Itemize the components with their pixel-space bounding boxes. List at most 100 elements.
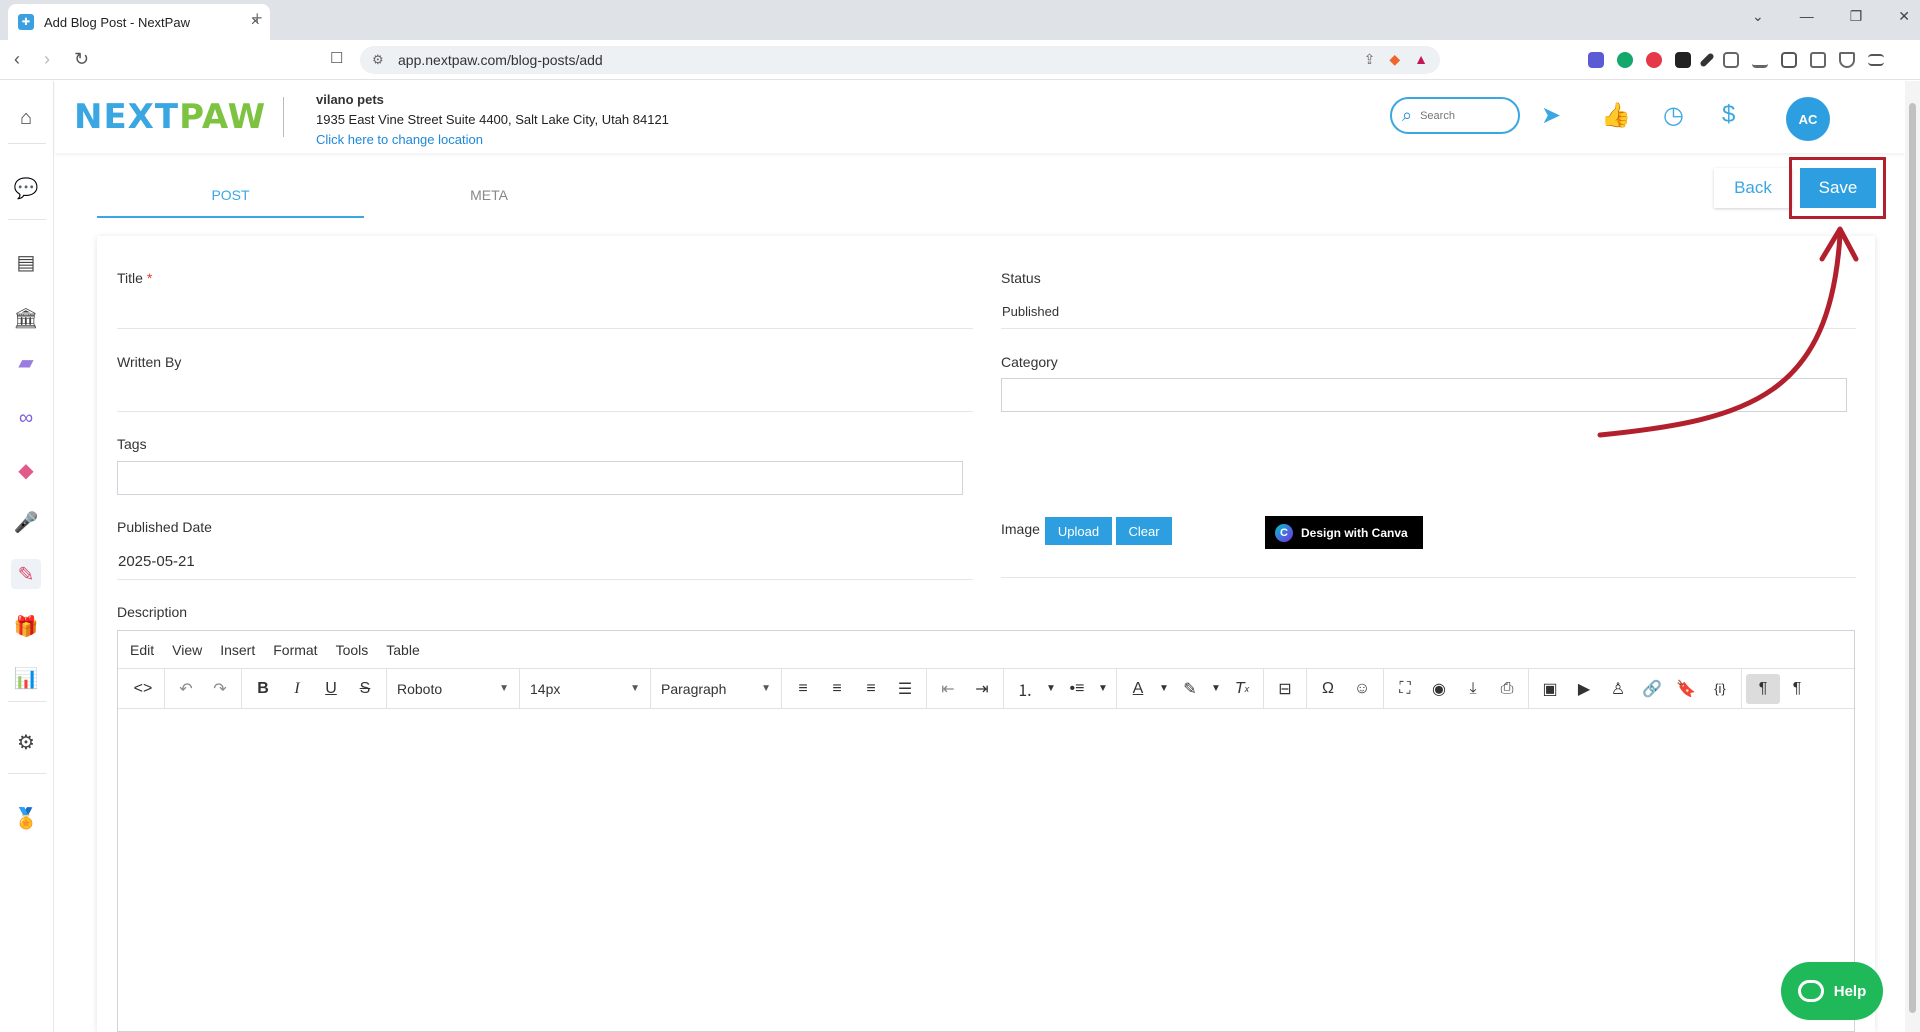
fullscreen-icon[interactable]: ⛶: [1388, 674, 1422, 704]
download-icon[interactable]: [1752, 52, 1768, 68]
extension-icon[interactable]: [1675, 52, 1691, 68]
highlight-icon[interactable]: ✎: [1173, 674, 1207, 704]
font-family-select[interactable]: Roboto ▼: [391, 674, 515, 704]
settings-people-icon[interactable]: ⚙: [11, 727, 41, 757]
text-color-icon[interactable]: A: [1121, 674, 1155, 704]
published-date-value[interactable]: 2025-05-21: [118, 553, 195, 570]
share-icon[interactable]: ⇪: [1364, 51, 1376, 68]
clear-button[interactable]: Clear: [1116, 517, 1172, 545]
special-character-icon[interactable]: Ω: [1311, 674, 1345, 704]
page-scrollbar[interactable]: [1905, 81, 1920, 1032]
source-code-icon[interactable]: <>: [126, 674, 160, 704]
url-field[interactable]: ⚙ app.nextpaw.com/blog-posts/add ⇪ ◆ ▲: [360, 46, 1440, 74]
anchor-bookmark-icon[interactable]: 🔖: [1669, 674, 1703, 704]
align-left-icon[interactable]: ≡: [786, 674, 820, 704]
restore-icon[interactable]: ❐: [1850, 8, 1863, 25]
numbered-list-icon[interactable]: ⒈: [1008, 674, 1042, 704]
bookmark-icon[interactable]: ☐: [330, 49, 343, 67]
status-value[interactable]: Published: [1002, 304, 1059, 319]
chevron-down-icon[interactable]: ▼: [1094, 674, 1112, 704]
vpn-shield-icon[interactable]: [1839, 52, 1855, 68]
wallet-icon[interactable]: [1810, 52, 1826, 68]
minimize-icon[interactable]: —: [1800, 8, 1814, 25]
page-break-icon[interactable]: ⊟: [1268, 674, 1302, 704]
indent-icon[interactable]: ⇥: [965, 674, 999, 704]
clear-formatting-icon[interactable]: Tx: [1225, 674, 1259, 704]
browser-tab[interactable]: ✚ Add Blog Post - NextPaw ×: [8, 4, 270, 40]
preview-icon[interactable]: ◉: [1422, 674, 1456, 704]
editor-content-area[interactable]: [118, 709, 1854, 1031]
back-arrow-icon[interactable]: ‹: [14, 49, 20, 70]
menu-edit[interactable]: Edit: [130, 642, 154, 658]
clock-icon[interactable]: ◷: [1663, 101, 1684, 130]
insert-template-icon[interactable]: ♙: [1601, 674, 1635, 704]
rtl-direction-icon[interactable]: ¶: [1780, 674, 1814, 704]
billing-icon[interactable]: $: [1722, 101, 1735, 129]
forward-arrow-icon[interactable]: ›: [44, 49, 50, 70]
menu-insert[interactable]: Insert: [220, 642, 255, 658]
print-icon[interactable]: ⎙: [1490, 674, 1524, 704]
tab-meta[interactable]: META: [364, 178, 614, 218]
nextpaw-logo[interactable]: NEXTPAW: [74, 97, 266, 137]
title-field[interactable]: [117, 328, 973, 329]
menu-icon[interactable]: [1868, 54, 1884, 66]
design-with-canva-button[interactable]: C Design with Canva: [1265, 516, 1423, 549]
brave-shield-icon[interactable]: ◆: [1389, 51, 1400, 68]
menu-table[interactable]: Table: [386, 642, 419, 658]
extension-icon[interactable]: [1588, 52, 1604, 68]
eyedropper-icon[interactable]: [1699, 52, 1715, 68]
insert-media-icon[interactable]: ▶: [1567, 674, 1601, 704]
align-justify-icon[interactable]: ☰: [888, 674, 922, 704]
undo-icon[interactable]: ↶: [169, 674, 203, 704]
brave-rewards-icon[interactable]: ▲: [1414, 51, 1428, 68]
insert-image-icon[interactable]: ▣: [1533, 674, 1567, 704]
font-size-select[interactable]: 14px ▼: [524, 674, 646, 704]
reviews-icon[interactable]: 👍: [1601, 101, 1631, 130]
send-icon[interactable]: ➤: [1541, 101, 1561, 130]
chevron-down-icon[interactable]: ▼: [1155, 674, 1173, 704]
award-icon[interactable]: 🏅: [11, 803, 41, 833]
gift-icon[interactable]: 🎁: [11, 611, 41, 641]
tag-icon[interactable]: ◆: [11, 455, 41, 485]
chat-icon[interactable]: 💬: [11, 173, 41, 203]
puzzle-icon[interactable]: [1723, 52, 1739, 68]
align-right-icon[interactable]: ≡: [854, 674, 888, 704]
menu-format[interactable]: Format: [273, 642, 317, 658]
pos-register-icon[interactable]: ▤: [11, 247, 41, 277]
help-button[interactable]: Help: [1781, 962, 1883, 1020]
search-box[interactable]: ⌕: [1390, 97, 1520, 134]
redo-icon[interactable]: ↷: [203, 674, 237, 704]
blog-icon[interactable]: ✎: [11, 559, 41, 589]
extension-icon[interactable]: [1646, 52, 1662, 68]
scrollbar-thumb[interactable]: [1909, 103, 1916, 1013]
change-location-link[interactable]: Click here to change location: [316, 132, 483, 147]
written-by-field[interactable]: [117, 411, 973, 412]
outdent-icon[interactable]: ⇤: [931, 674, 965, 704]
italic-icon[interactable]: I: [280, 674, 314, 704]
code-sample-icon[interactable]: {i}: [1703, 674, 1737, 704]
avatar[interactable]: AC: [1786, 97, 1830, 141]
chevron-down-icon[interactable]: ▼: [1207, 674, 1225, 704]
site-info-icon[interactable]: ⚙: [372, 52, 384, 68]
search-input[interactable]: [1420, 109, 1501, 122]
reload-icon[interactable]: ↻: [74, 49, 89, 70]
strikethrough-icon[interactable]: S: [348, 674, 382, 704]
block-format-select[interactable]: Paragraph ▼: [655, 674, 777, 704]
save-download-icon[interactable]: ⤓: [1456, 674, 1490, 704]
ticket-icon[interactable]: ▰: [11, 347, 41, 377]
insert-link-icon[interactable]: 🔗: [1635, 674, 1669, 704]
microphone-icon[interactable]: 🎤: [11, 507, 41, 537]
back-button[interactable]: Back: [1714, 168, 1792, 208]
tab-post[interactable]: POST: [97, 178, 364, 218]
align-center-icon[interactable]: ≡: [820, 674, 854, 704]
chevron-down-icon[interactable]: ▼: [1042, 674, 1060, 704]
sidebar-icon[interactable]: [1781, 52, 1797, 68]
upload-button[interactable]: Upload: [1045, 517, 1112, 545]
chevron-down-icon[interactable]: ⌄: [1752, 8, 1764, 25]
emoji-icon[interactable]: ☺: [1345, 674, 1379, 704]
grammarly-icon[interactable]: [1617, 52, 1633, 68]
bullet-list-icon[interactable]: •≡: [1060, 674, 1094, 704]
underline-icon[interactable]: U: [314, 674, 348, 704]
menu-tools[interactable]: Tools: [336, 642, 369, 658]
tags-input[interactable]: [117, 461, 963, 495]
